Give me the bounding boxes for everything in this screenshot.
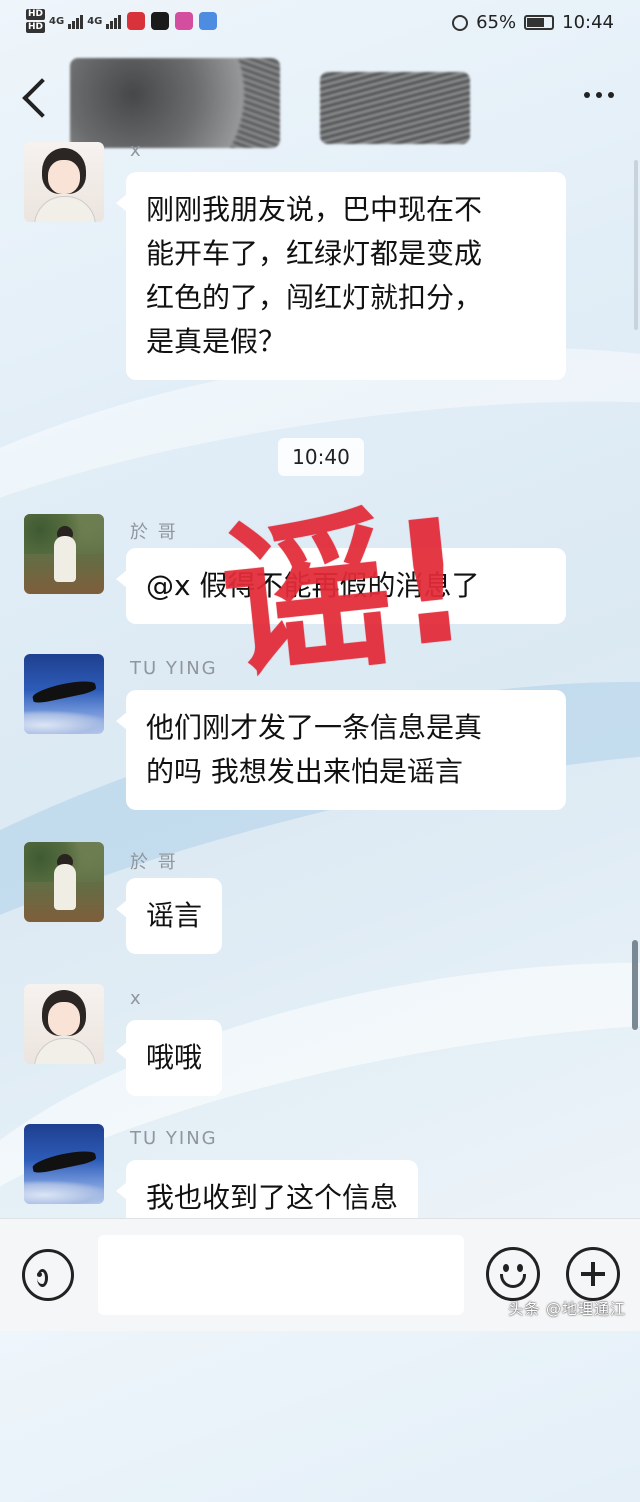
watermark: 头条 @地理通江 bbox=[508, 1300, 626, 1318]
clock: 10:44 bbox=[562, 12, 614, 33]
status-right: 65% 10:44 bbox=[452, 12, 614, 33]
boy-avatar[interactable] bbox=[24, 514, 104, 594]
message-line: 能开车了，红绿灯都是变成 bbox=[146, 237, 483, 270]
message-bubble[interactable]: 他们刚才发了一条信息是真 的吗 我想发出来怕是谣言 bbox=[116, 690, 566, 810]
girl-avatar[interactable] bbox=[24, 984, 104, 1064]
message-line: 哦哦 bbox=[146, 1041, 203, 1074]
message-bubble[interactable]: 哦哦 bbox=[115, 1020, 223, 1096]
message-line: 谣言 bbox=[146, 899, 203, 932]
redacted-title bbox=[320, 72, 470, 144]
message-line: 他们刚才发了一条信息是真 bbox=[146, 711, 483, 744]
more-icon[interactable] bbox=[584, 92, 614, 98]
message-bubble[interactable]: 谣言 bbox=[115, 878, 223, 954]
sender-name: TU YING bbox=[130, 1128, 218, 1149]
back-icon[interactable] bbox=[22, 78, 62, 118]
emoji-icon[interactable] bbox=[486, 1247, 540, 1301]
scrollbar-thumb[interactable] bbox=[632, 940, 638, 1030]
status-bar: HD HD 4G 4G 65% 10:44 bbox=[0, 0, 640, 50]
sender-name: 於 哥 bbox=[130, 522, 178, 543]
eagle-avatar[interactable] bbox=[24, 1124, 104, 1204]
battery-percent: 65% bbox=[476, 12, 517, 33]
boy-avatar[interactable] bbox=[24, 842, 104, 922]
hd-badge: HD bbox=[26, 22, 46, 33]
redacted-title bbox=[70, 58, 280, 148]
network-type: 4G bbox=[49, 15, 65, 27]
sender-name: 於 哥 bbox=[130, 852, 178, 873]
scrollbar-track bbox=[634, 160, 638, 330]
chat-header bbox=[0, 50, 640, 150]
tiktok-icon bbox=[151, 12, 170, 30]
app-notification-icon bbox=[127, 12, 146, 30]
sender-name: x bbox=[130, 140, 143, 161]
message-line: 红色的了，闯红灯就扣分， bbox=[146, 281, 483, 314]
status-left: HD HD 4G 4G bbox=[26, 9, 218, 33]
eagle-avatar[interactable] bbox=[24, 654, 104, 734]
app-notification-icon bbox=[175, 12, 194, 30]
message-input[interactable] bbox=[98, 1235, 464, 1315]
message-bubble[interactable]: @x 假得不能再假的消息了 bbox=[116, 548, 566, 624]
sender-name: TU YING bbox=[130, 658, 218, 679]
hd-badge: HD bbox=[26, 9, 46, 20]
message-line: 的吗 我想发出来怕是谣言 bbox=[146, 755, 463, 788]
battery-icon bbox=[524, 15, 555, 30]
message-bubble[interactable]: 刚刚我朋友说，巴中现在不 能开车了，红绿灯都是变成 红色的了，闯红灯就扣分， 是… bbox=[116, 172, 566, 380]
alarm-icon bbox=[452, 14, 469, 31]
hd-badges: HD HD bbox=[26, 9, 46, 33]
input-bar: 头条 @地理通江 bbox=[0, 1218, 640, 1331]
message-line: @x 假得不能再假的消息了 bbox=[146, 569, 480, 602]
message-line: 刚刚我朋友说，巴中现在不 bbox=[146, 193, 483, 226]
message-line: 是真是假？ bbox=[146, 325, 287, 358]
network-type: 4G bbox=[87, 15, 103, 27]
signal-icon bbox=[68, 13, 84, 29]
plus-icon[interactable] bbox=[566, 1247, 620, 1301]
app-notification-icon bbox=[199, 12, 218, 30]
signal-icon bbox=[106, 13, 122, 29]
girl-avatar[interactable] bbox=[24, 142, 104, 222]
sender-name: x bbox=[130, 988, 143, 1009]
timestamp: 10:40 bbox=[278, 438, 364, 476]
voice-icon[interactable] bbox=[22, 1249, 74, 1301]
message-line: 我也收到了这个信息 bbox=[146, 1181, 399, 1214]
